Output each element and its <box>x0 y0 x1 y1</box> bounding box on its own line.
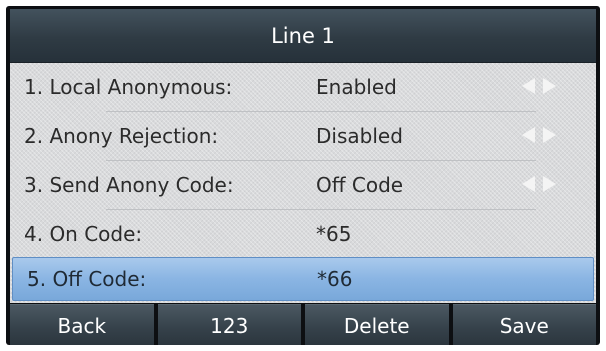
list-item-local-anonymous[interactable]: 1. Local Anonymous: Enabled <box>10 63 596 111</box>
arrow-right-icon[interactable] <box>543 176 556 192</box>
row-label: 5. Off Code: <box>27 267 147 291</box>
row-value[interactable]: *65 <box>316 222 351 246</box>
arrow-left-icon[interactable] <box>522 176 535 192</box>
input-method-button[interactable]: 123 <box>157 304 301 345</box>
row-label: 3. Send Anony Code: <box>24 173 234 197</box>
delete-button[interactable]: Delete <box>305 304 449 345</box>
page-title: Line 1 <box>271 23 335 48</box>
row-label: 1. Local Anonymous: <box>24 75 233 99</box>
list-item-off-code-selected[interactable]: 5. Off Code: *66 <box>12 257 594 301</box>
list-item-anony-rejection[interactable]: 2. Anony Rejection: Disabled <box>10 112 596 160</box>
row-value: Enabled <box>316 75 397 99</box>
arrow-left-icon[interactable] <box>522 127 535 143</box>
value-switcher[interactable] <box>522 127 556 143</box>
save-button[interactable]: Save <box>452 304 596 345</box>
title-bar: Line 1 <box>10 9 596 63</box>
phone-screen: Line 1 1. Local Anonymous: Enabled 2. An… <box>6 6 600 345</box>
row-value[interactable]: *66 <box>317 267 352 291</box>
arrow-right-icon[interactable] <box>543 127 556 143</box>
arrow-right-icon[interactable] <box>543 78 556 94</box>
row-label: 2. Anony Rejection: <box>24 124 219 148</box>
row-value: Off Code <box>316 173 404 197</box>
value-switcher[interactable] <box>522 176 556 192</box>
arrow-left-icon[interactable] <box>522 78 535 94</box>
row-value: Disabled <box>316 124 403 148</box>
value-switcher[interactable] <box>522 78 556 94</box>
softkey-bar: Back 123 Delete Save <box>10 304 596 345</box>
back-button[interactable]: Back <box>10 304 154 345</box>
row-label: 4. On Code: <box>24 222 143 246</box>
list-item-send-anony-code[interactable]: 3. Send Anony Code: Off Code <box>10 161 596 209</box>
settings-list: 1. Local Anonymous: Enabled 2. Anony Rej… <box>10 63 596 303</box>
list-item-on-code[interactable]: 4. On Code: *65 <box>10 210 596 258</box>
